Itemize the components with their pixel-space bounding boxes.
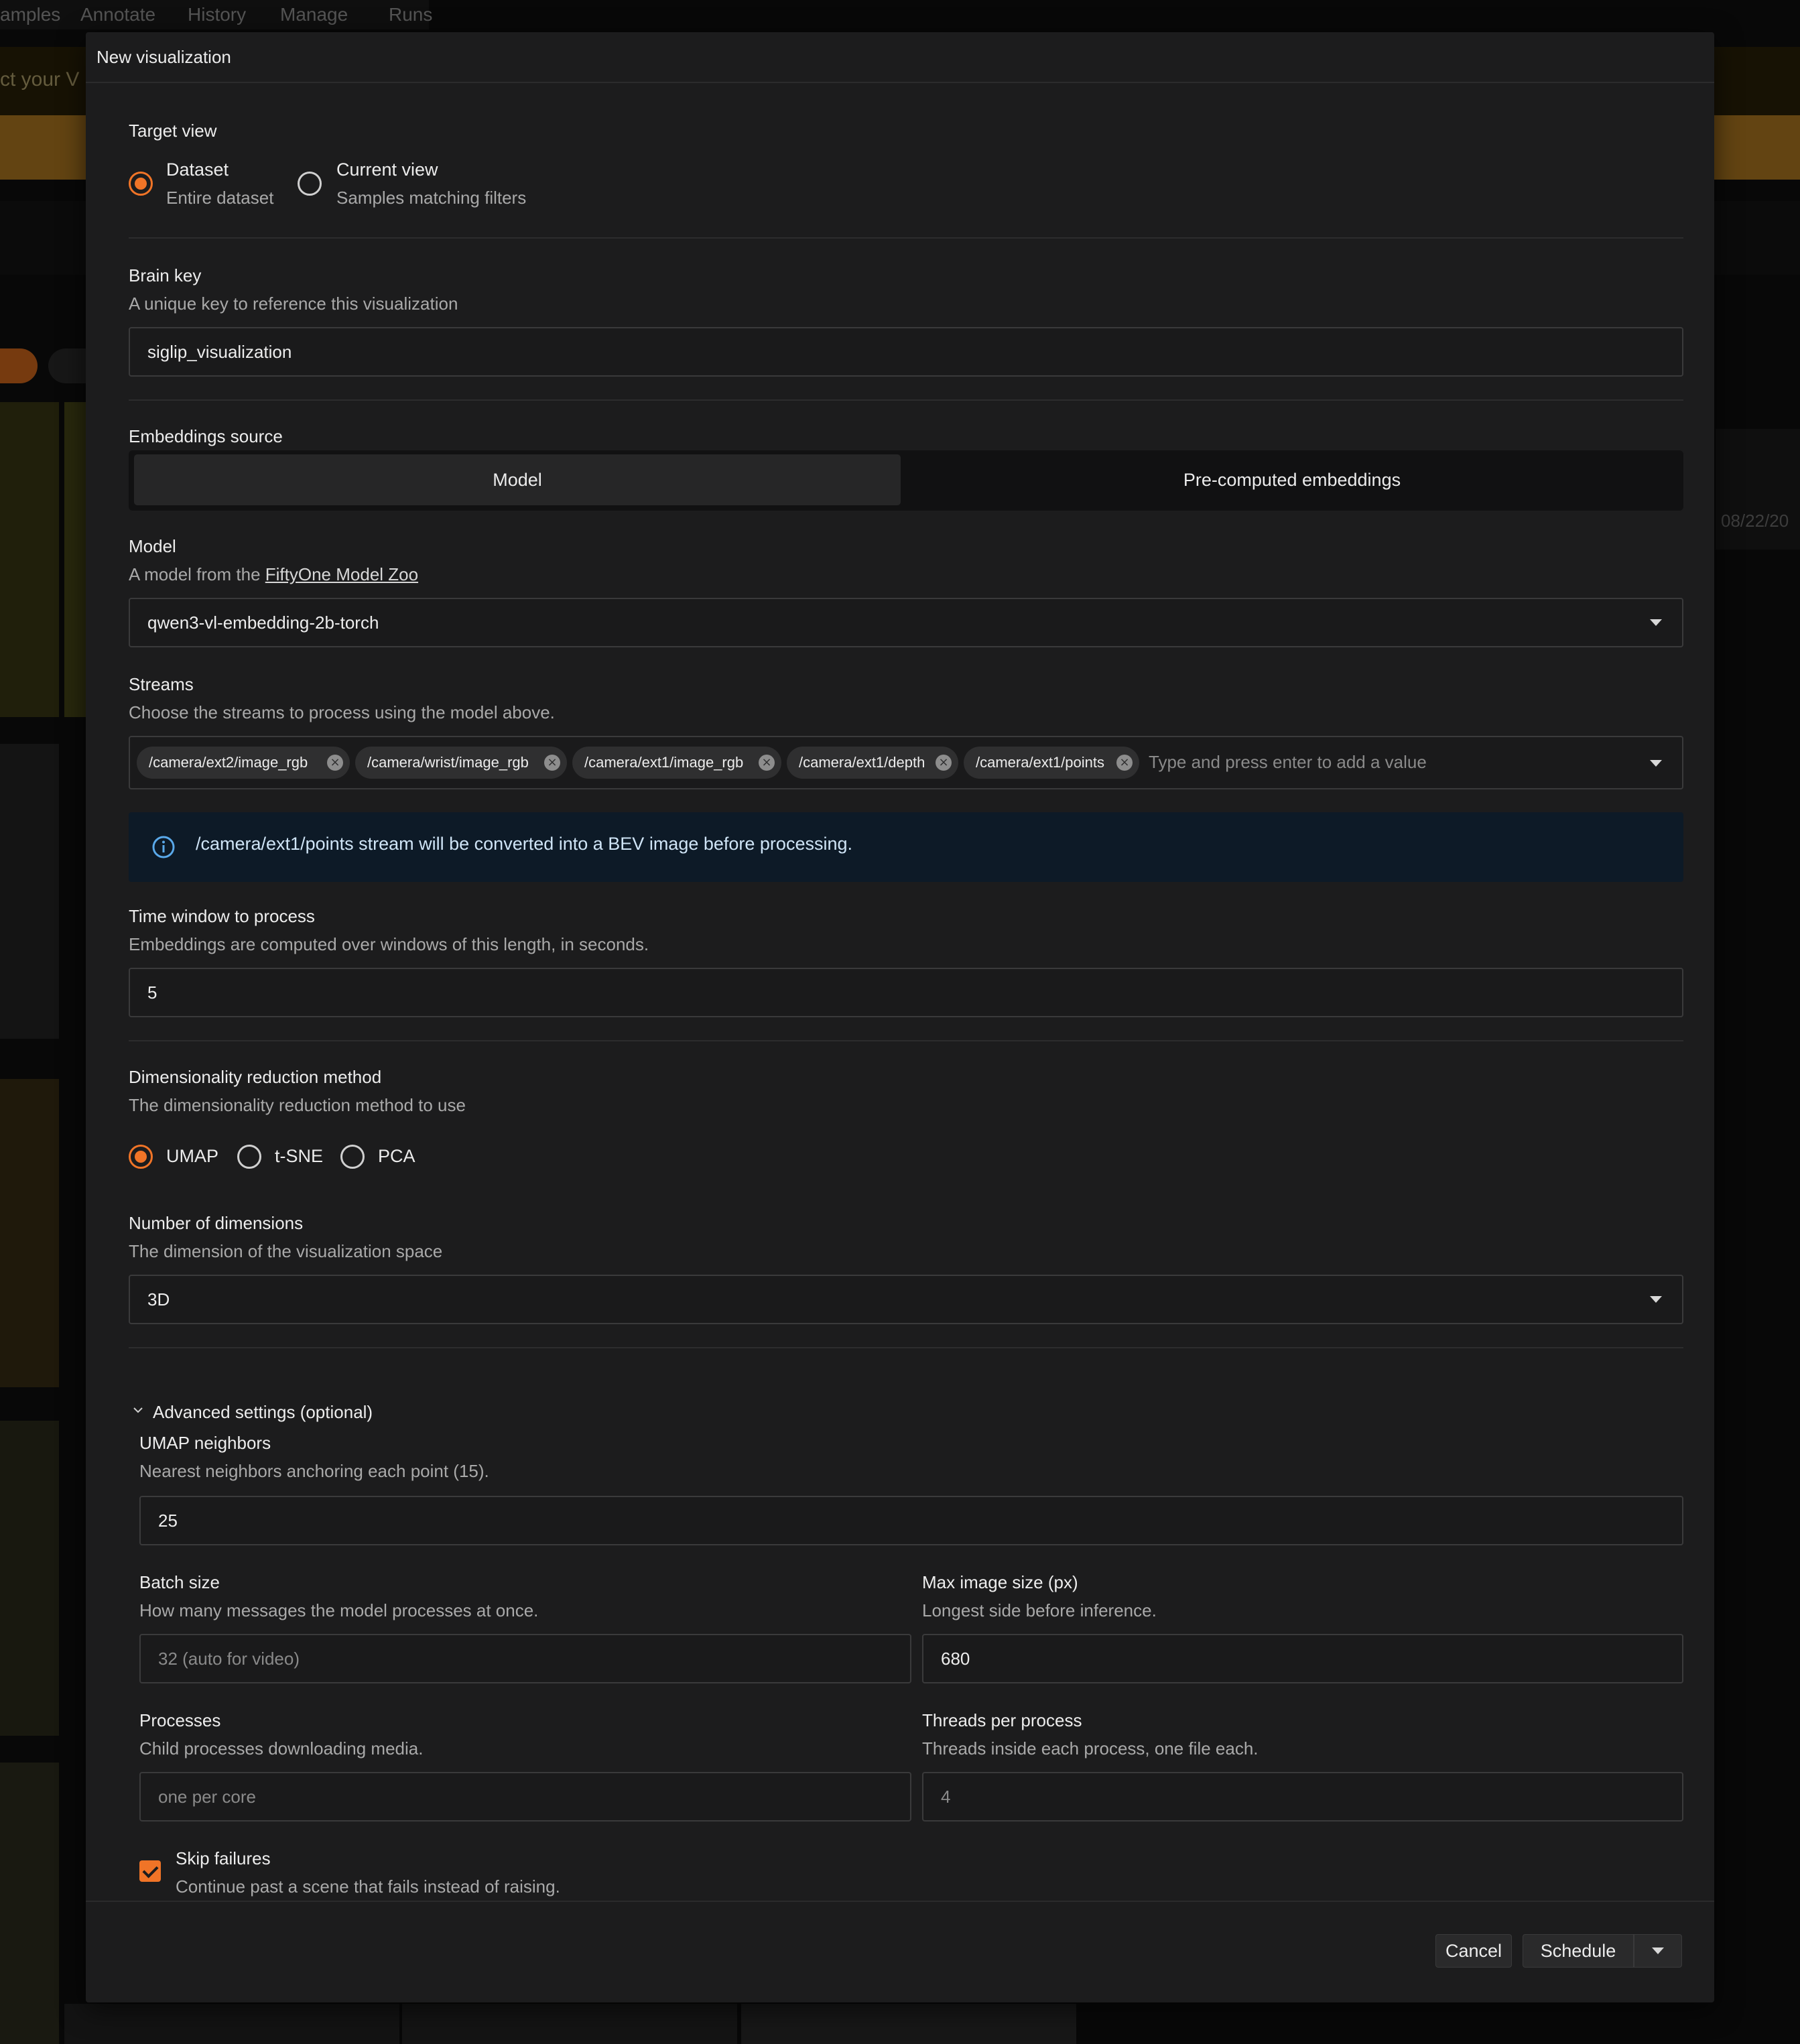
max-image-size-desc: Longest side before inference.	[922, 1600, 1157, 1620]
model-select-value: qwen3-vl-embedding-2b-torch	[147, 612, 379, 633]
tab-model[interactable]: Model	[134, 454, 901, 505]
model-label: Model	[129, 536, 176, 556]
dimensions-select-value: 3D	[147, 1289, 170, 1310]
umap-neighbors-label: UMAP neighbors	[139, 1433, 271, 1453]
umap-radio[interactable]	[129, 1145, 153, 1169]
streams-input-placeholder[interactable]: Type and press enter to add a value	[1149, 752, 1427, 773]
tsne-radio[interactable]	[237, 1145, 261, 1169]
threads-per-process-input[interactable]: 4	[922, 1772, 1683, 1822]
reduction-method-label: Dimensionality reduction method	[129, 1067, 382, 1087]
target-current-view-radio[interactable]	[298, 172, 322, 196]
model-select[interactable]: qwen3-vl-embedding-2b-torch	[129, 598, 1683, 647]
skip-failures-checkbox[interactable]	[139, 1860, 161, 1882]
target-view-label: Target view	[129, 121, 217, 141]
streams-desc: Choose the streams to process using the …	[129, 702, 555, 722]
batch-size-input[interactable]: 32 (auto for video)	[139, 1634, 911, 1683]
tab-precomputed-embeddings[interactable]: Pre-computed embeddings	[906, 454, 1678, 505]
remove-chip-icon[interactable]: ×	[327, 755, 343, 771]
remove-chip-icon[interactable]: ×	[759, 755, 775, 771]
stream-chip-label: /camera/ext2/image_rgb	[149, 754, 308, 771]
info-banner: /camera/ext1/points stream will be conve…	[129, 812, 1683, 882]
divider	[129, 1347, 1683, 1348]
brain-key-input[interactable]: siglip_visualization	[129, 327, 1683, 377]
chevron-down-icon[interactable]	[1650, 1296, 1662, 1303]
chevron-down-icon[interactable]	[1650, 760, 1662, 767]
remove-chip-icon[interactable]: ×	[544, 755, 560, 771]
divider	[129, 237, 1683, 239]
stream-chip-label: /camera/ext1/image_rgb	[584, 754, 744, 771]
max-image-size-input[interactable]: 680	[922, 1634, 1683, 1683]
chevron-down-icon[interactable]	[133, 1406, 143, 1414]
brain-key-desc: A unique key to reference this visualiza…	[129, 294, 458, 314]
processes-label: Processes	[139, 1710, 221, 1730]
target-dataset-desc: Entire dataset	[166, 188, 274, 208]
streams-multiselect[interactable]: /camera/ext2/image_rgb × /camera/wrist/i…	[129, 736, 1683, 789]
divider	[129, 1040, 1683, 1041]
chevron-down-icon[interactable]	[1650, 619, 1662, 626]
stream-chip: /camera/ext1/points ×	[964, 747, 1139, 779]
pca-radio[interactable]	[340, 1145, 365, 1169]
advanced-settings-toggle[interactable]: Advanced settings (optional)	[153, 1402, 373, 1423]
modal-title: New visualization	[86, 32, 1714, 83]
stream-chip: /camera/ext1/depth ×	[787, 747, 958, 779]
cancel-button[interactable]: Cancel	[1435, 1934, 1512, 1968]
umap-neighbors-input[interactable]: 25	[139, 1496, 1683, 1545]
chevron-down-icon	[1652, 1947, 1664, 1954]
time-window-input[interactable]: 5	[129, 968, 1683, 1017]
embeddings-source-toggle: Model Pre-computed embeddings	[129, 450, 1683, 511]
stream-chip: /camera/wrist/image_rgb ×	[355, 747, 567, 779]
embeddings-source-label: Embeddings source	[129, 426, 283, 446]
stream-chip-label: /camera/wrist/image_rgb	[367, 754, 529, 771]
brain-key-label: Brain key	[129, 265, 202, 285]
batch-size-label: Batch size	[139, 1572, 220, 1592]
skip-failures-desc: Continue past a scene that fails instead…	[176, 1876, 560, 1897]
new-visualization-modal: New visualization Target view Dataset En…	[86, 32, 1714, 2002]
model-desc-prefix: A model from the	[129, 564, 265, 584]
dimensions-select[interactable]: 3D	[129, 1275, 1683, 1324]
processes-input[interactable]: one per core	[139, 1772, 911, 1822]
target-dataset-radio[interactable]	[129, 172, 153, 196]
threads-per-process-desc: Threads inside each process, one file ea…	[922, 1738, 1259, 1759]
remove-chip-icon[interactable]: ×	[1116, 755, 1133, 771]
dimensions-desc: The dimension of the visualization space	[129, 1241, 443, 1261]
model-desc: A model from the FiftyOne Model Zoo	[129, 564, 418, 585]
info-icon	[152, 836, 175, 858]
stream-chip-label: /camera/ext1/points	[976, 754, 1104, 771]
tsne-label[interactable]: t-SNE	[275, 1146, 323, 1167]
reduction-method-desc: The dimensionality reduction method to u…	[129, 1095, 466, 1115]
divider	[129, 399, 1683, 401]
max-image-size-label: Max image size (px)	[922, 1572, 1078, 1592]
time-window-label: Time window to process	[129, 906, 315, 926]
stream-chip: /camera/ext1/image_rgb ×	[572, 747, 781, 779]
target-current-view-label[interactable]: Current view	[336, 159, 438, 180]
streams-label: Streams	[129, 674, 194, 694]
stream-chip-label: /camera/ext1/depth	[799, 754, 925, 771]
schedule-options-button[interactable]	[1634, 1934, 1682, 1968]
dimensions-label: Number of dimensions	[129, 1213, 304, 1233]
time-window-desc: Embeddings are computed over windows of …	[129, 934, 649, 954]
stream-chip: /camera/ext2/image_rgb ×	[137, 747, 350, 779]
pca-label[interactable]: PCA	[378, 1146, 415, 1167]
footer-divider	[86, 1901, 1714, 1902]
batch-size-desc: How many messages the model processes at…	[139, 1600, 539, 1620]
target-current-view-desc: Samples matching filters	[336, 188, 527, 208]
remove-chip-icon[interactable]: ×	[936, 755, 952, 771]
schedule-button[interactable]: Schedule	[1523, 1934, 1634, 1968]
skip-failures-label[interactable]: Skip failures	[176, 1848, 271, 1869]
processes-desc: Child processes downloading media.	[139, 1738, 424, 1759]
model-zoo-link[interactable]: FiftyOne Model Zoo	[265, 564, 418, 584]
umap-label[interactable]: UMAP	[166, 1146, 218, 1167]
info-message: /camera/ext1/points stream will be conve…	[196, 834, 852, 854]
target-dataset-label[interactable]: Dataset	[166, 159, 229, 180]
umap-neighbors-desc: Nearest neighbors anchoring each point (…	[139, 1461, 489, 1481]
threads-per-process-label: Threads per process	[922, 1710, 1082, 1730]
